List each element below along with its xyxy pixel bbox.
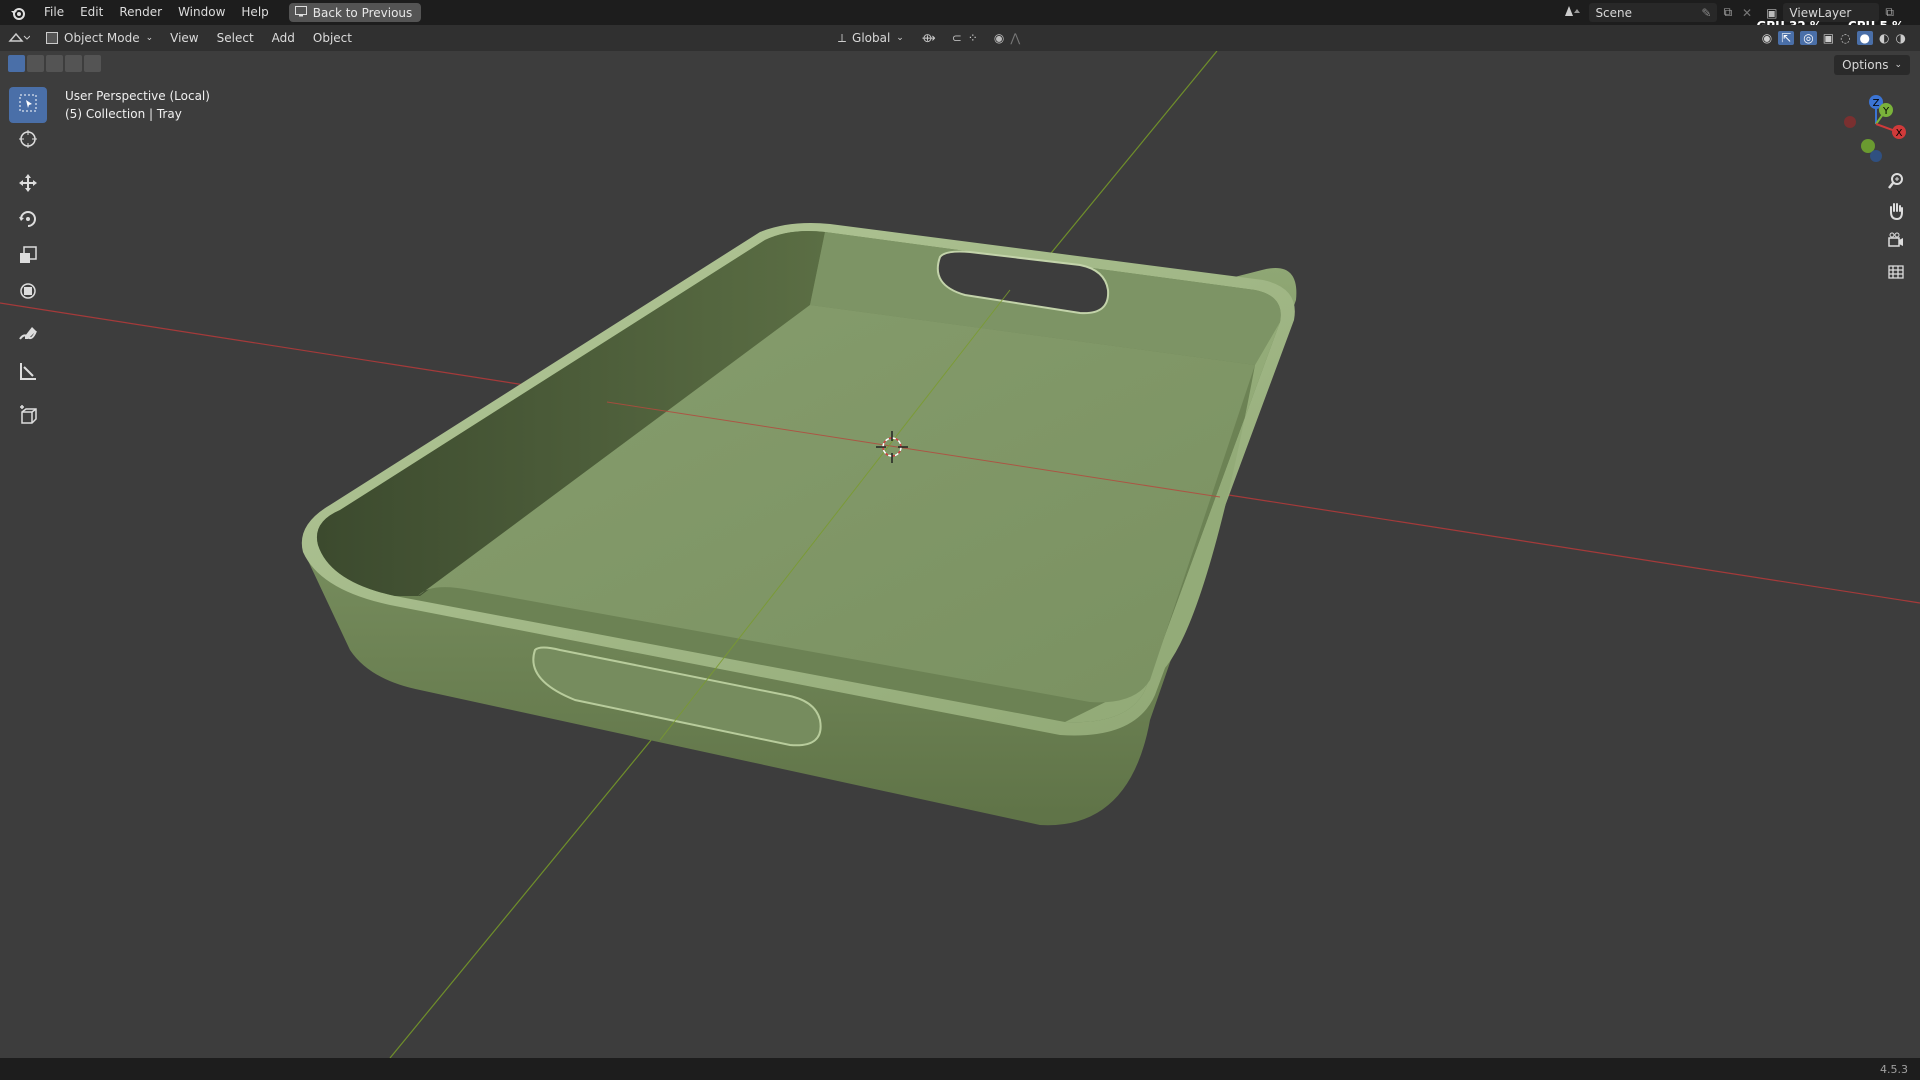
- xray-toggle-icon[interactable]: ▣: [1823, 31, 1834, 45]
- move-icon: [18, 173, 38, 197]
- snap-magnet-icon[interactable]: ⊂: [952, 31, 962, 45]
- annotate-icon: [18, 325, 38, 349]
- navigation-buttons: [1882, 170, 1910, 286]
- collection-label: (5) Collection | Tray: [65, 107, 182, 121]
- menu-file[interactable]: File: [36, 0, 72, 25]
- wireframe-shading-icon[interactable]: ◌: [1840, 31, 1850, 45]
- pan-button[interactable]: [1882, 200, 1910, 226]
- ortho-toggle-button[interactable]: [1882, 260, 1910, 286]
- viewport-canvas[interactable]: [0, 51, 1920, 1058]
- annotate-tool[interactable]: [9, 319, 47, 355]
- cursor-tool[interactable]: [9, 123, 47, 159]
- pin-icon[interactable]: ✎: [1701, 6, 1711, 20]
- chevron-down-icon: ⌄: [145, 33, 154, 43]
- version-label: 4.5.3: [1880, 1062, 1908, 1076]
- zoom-icon: [1887, 172, 1905, 194]
- status-bar: 4.5.3: [0, 1058, 1920, 1080]
- gizmo-toggle-icon[interactable]: ⇱: [1778, 31, 1795, 45]
- menu-add[interactable]: Add: [263, 31, 304, 45]
- rotate-icon: [18, 209, 38, 233]
- menu-edit[interactable]: Edit: [72, 0, 111, 25]
- zoom-button[interactable]: [1882, 170, 1910, 196]
- toolbar-gap: [9, 159, 47, 167]
- scale-tool[interactable]: [9, 239, 47, 275]
- pan-hand-icon: [1887, 202, 1905, 224]
- grid-icon: [1887, 262, 1905, 284]
- viewport-info: User Perspective (Local) (5) Collection …: [65, 87, 210, 123]
- options-dropdown[interactable]: Options ⌄: [1834, 55, 1910, 75]
- menu-view[interactable]: View: [161, 31, 207, 45]
- view-layer-icon[interactable]: ▣: [1766, 6, 1777, 20]
- menu-help[interactable]: Help: [233, 0, 276, 25]
- overlay-toggle-icon[interactable]: ◎: [1800, 31, 1817, 45]
- new-scene-icon[interactable]: ⧉: [1723, 5, 1732, 20]
- cursor-icon: [18, 129, 38, 153]
- object-mode-dropdown[interactable]: Object Mode ⌄: [38, 28, 161, 48]
- object-mode-label: Object Mode: [64, 31, 140, 45]
- editor-type-icon[interactable]: [0, 31, 38, 45]
- toolbar-gap: [9, 391, 47, 399]
- add-cube-tool[interactable]: [9, 399, 47, 435]
- transform-tools: ⟂ Global ⌄ ⟴ ⊂ ⁘ ◉ ⋀: [838, 25, 1020, 51]
- orientation-icon: ⟂: [838, 30, 847, 45]
- menu-select[interactable]: Select: [208, 31, 263, 45]
- navigation-gizmo[interactable]: Z Y X: [1830, 90, 1910, 170]
- gizmo-z-label: Z: [1873, 98, 1880, 109]
- gizmo-y-label: Y: [1882, 106, 1890, 117]
- menu-window[interactable]: Window: [170, 0, 233, 25]
- viewport-display-tools: ◉ ⇱ ◎ ▣ ◌ ● ◐ ◑: [1762, 25, 1906, 51]
- screen-icon: [294, 5, 307, 20]
- blender-logo-icon[interactable]: [0, 6, 36, 20]
- chevron-down-icon: ⌄: [1894, 60, 1902, 70]
- viewport-header: Object Mode ⌄ View Select Add Object ⟂ G…: [0, 25, 1920, 51]
- transform-icon: [18, 281, 38, 305]
- scale-icon: [18, 245, 38, 269]
- pivot-icon[interactable]: ⟴: [922, 31, 936, 45]
- visibility-eye-icon[interactable]: ◉: [1762, 31, 1772, 45]
- transform-tool[interactable]: [9, 275, 47, 311]
- toolbar-gap: [9, 311, 47, 319]
- close-scene-icon[interactable]: ✕: [1742, 6, 1752, 20]
- orientation-dropdown[interactable]: Global: [852, 31, 890, 45]
- rendered-shading-icon[interactable]: ◑: [1896, 31, 1906, 45]
- menu-object[interactable]: Object: [304, 31, 361, 45]
- gizmo-x-label: X: [1896, 128, 1903, 139]
- scene-name: Scene: [1595, 5, 1633, 20]
- camera-icon: [1887, 232, 1905, 254]
- chevron-down-icon: ⌄: [896, 33, 904, 43]
- measure-tool[interactable]: [9, 355, 47, 391]
- measure-icon: [18, 361, 38, 385]
- solid-shading-icon[interactable]: ●: [1856, 31, 1874, 45]
- falloff-icon[interactable]: ⋀: [1010, 31, 1020, 45]
- back-button-label: Back to Previous: [312, 5, 413, 20]
- perspective-label: User Perspective (Local): [65, 89, 210, 103]
- view-layer-name: ViewLayer: [1789, 5, 1852, 20]
- top-menu-bar: File Edit Render Window Help Back to Pre…: [0, 0, 1920, 33]
- options-label: Options: [1842, 58, 1889, 72]
- select-box-tool[interactable]: [9, 87, 47, 123]
- rotate-tool[interactable]: [9, 203, 47, 239]
- move-tool[interactable]: [9, 167, 47, 203]
- proportional-edit-icon[interactable]: ◉: [994, 31, 1004, 45]
- camera-view-button[interactable]: [1882, 230, 1910, 256]
- new-view-layer-icon[interactable]: ⧉: [1885, 5, 1894, 20]
- select-box-icon: [18, 93, 38, 117]
- scene-selector[interactable]: Scene ✎: [1589, 3, 1718, 22]
- scene-type-icon[interactable]: [1563, 4, 1583, 21]
- menu-render[interactable]: Render: [111, 0, 170, 25]
- material-shading-icon[interactable]: ◐: [1879, 31, 1889, 45]
- add-cube-icon: [18, 405, 38, 429]
- object-mode-icon: [46, 32, 58, 44]
- snap-increment-icon[interactable]: ⁘: [968, 31, 978, 45]
- back-to-previous-button[interactable]: Back to Previous: [288, 3, 422, 22]
- tool-shelf: [9, 87, 47, 435]
